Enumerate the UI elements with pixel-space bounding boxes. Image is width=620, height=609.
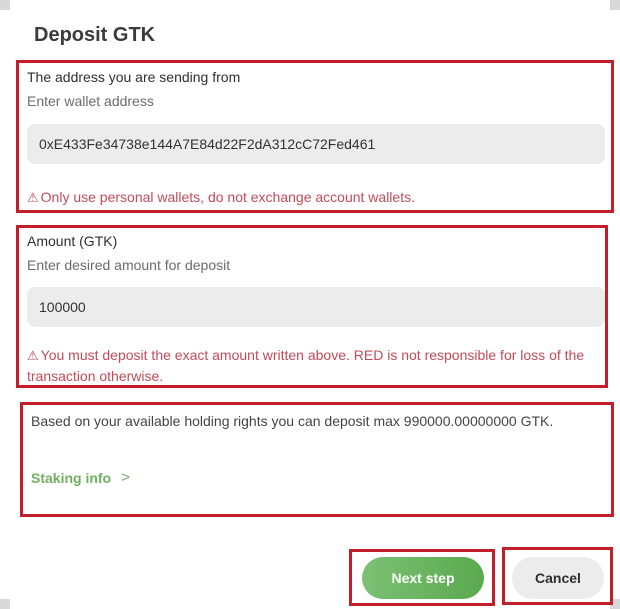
staking-info-link[interactable]: Staking info > [31,469,130,486]
address-warning: ⚠ Only use personal wallets, do not excha… [27,187,415,208]
amount-label: Amount (GTK) [27,233,118,249]
dialog-title: Deposit GTK [34,24,156,46]
deposit-limit-section: Based on your available holding rights y… [20,402,614,517]
amount-input[interactable] [27,287,605,327]
deposit-limit-text: Based on your available holding rights y… [31,413,554,429]
address-label: The address you are sending from [27,69,241,85]
chevron-right-icon: > [121,469,130,486]
deposit-dialog: Deposit GTK The address you are sending … [0,0,620,609]
warning-triangle-icon: ⚠ [27,190,39,205]
amount-warning: ⚠ You must deposit the exact amount writt… [27,345,599,387]
wallet-address-input[interactable] [27,124,605,164]
address-sublabel: Enter wallet address [27,93,154,109]
amount-warning-text: You must deposit the exact amount writte… [27,347,585,384]
cancel-button[interactable]: Cancel [512,557,604,599]
corner-decoration [0,599,10,609]
corner-decoration [0,0,10,10]
address-section: The address you are sending from Enter w… [16,60,614,213]
warning-triangle-icon: ⚠ [27,348,39,363]
corner-decoration [610,0,620,10]
staking-info-label: Staking info [31,469,112,486]
amount-sublabel: Enter desired amount for deposit [27,257,231,273]
next-step-button[interactable]: Next step [362,557,484,599]
amount-section: Amount (GTK) Enter desired amount for de… [16,225,608,388]
address-warning-text: Only use personal wallets, do not exchan… [40,189,415,205]
